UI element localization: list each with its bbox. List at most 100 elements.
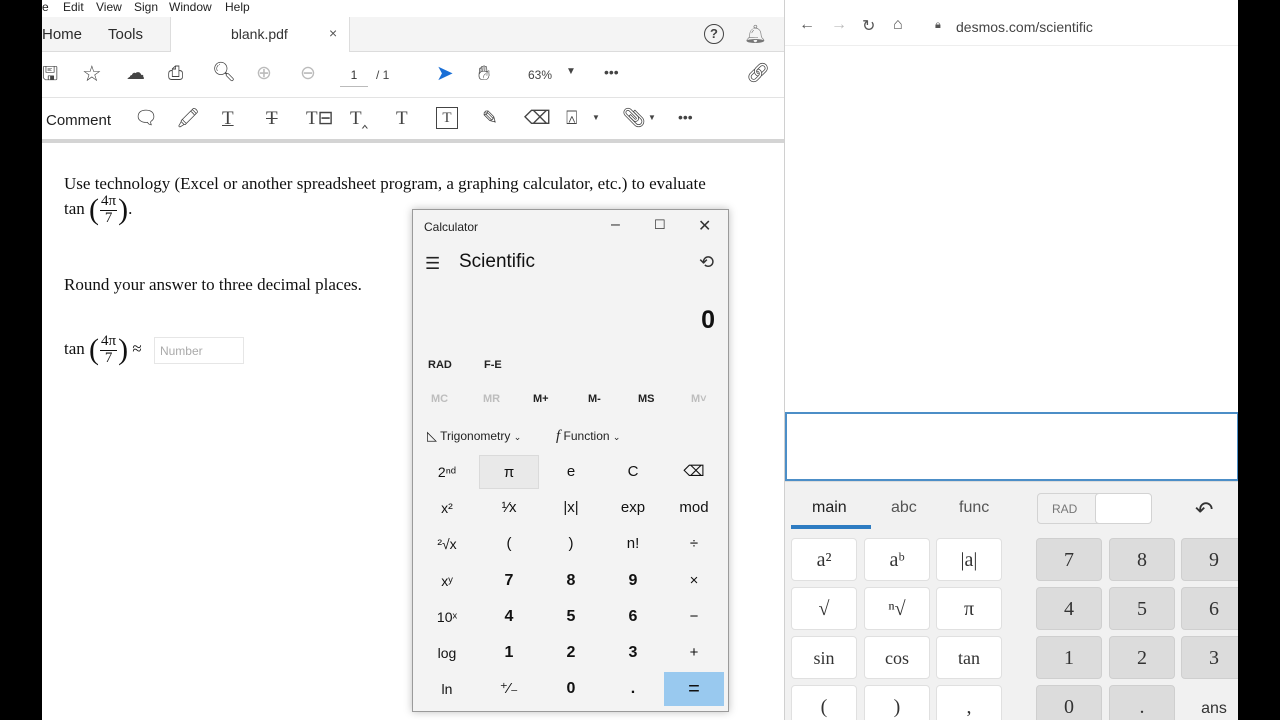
desmos-func-key-1-1[interactable]: ⁿ√: [864, 587, 930, 630]
fe-button[interactable]: F-E: [484, 359, 502, 371]
mod-key[interactable]: mod: [664, 491, 724, 525]
hamburger-menu-icon[interactable]: ☰: [425, 254, 440, 274]
multiply-key[interactable]: ×: [664, 564, 724, 598]
maximize-icon[interactable]: ☐: [654, 217, 666, 233]
second-function-key[interactable]: 2ⁿᵈ: [417, 455, 477, 489]
page-down-icon[interactable]: ⊖: [300, 64, 316, 83]
function-dropdown[interactable]: f Function ⌄: [556, 428, 620, 445]
plus-key[interactable]: +: [664, 636, 724, 670]
cloud-upload-icon[interactable]: ☁: [126, 64, 145, 83]
menu-window[interactable]: Window: [169, 0, 212, 14]
desmos-func-key-2-2[interactable]: tan: [936, 636, 1002, 679]
open-paren-key[interactable]: (: [479, 527, 539, 561]
desmos-func-key-3-2[interactable]: ,: [936, 685, 1002, 720]
reload-icon[interactable]: ↻: [862, 16, 875, 36]
digit-1-key[interactable]: 1: [479, 636, 539, 670]
undo-icon[interactable]: ↶: [1195, 497, 1213, 523]
back-arrow-icon[interactable]: ←: [799, 16, 815, 34]
square-key[interactable]: x²: [417, 491, 477, 525]
pencil-draw-icon[interactable]: ✎: [482, 109, 498, 128]
stamp-icon[interactable]: ⍓: [566, 109, 577, 128]
close-paren-key[interactable]: ): [541, 527, 601, 561]
pi-key[interactable]: π: [479, 455, 539, 489]
hand-tool-icon[interactable]: ✋︎: [478, 63, 490, 84]
page-number-input[interactable]: 1: [340, 63, 368, 87]
desmos-number-key-4[interactable]: 4: [1036, 587, 1102, 630]
tab-home[interactable]: Home: [42, 26, 82, 43]
desmos-number-key-0[interactable]: 0: [1036, 685, 1102, 720]
digit-8-key[interactable]: 8: [541, 564, 601, 598]
more-options-icon[interactable]: •••: [604, 65, 619, 79]
digit-5-key[interactable]: 5: [541, 600, 601, 634]
desmos-number-key-7[interactable]: 7: [1036, 538, 1102, 581]
digit-7-key[interactable]: 7: [479, 564, 539, 598]
close-tab-icon[interactable]: ×: [329, 25, 337, 41]
divide-key[interactable]: ÷: [664, 527, 724, 561]
decimal-key[interactable]: .: [603, 672, 663, 706]
memory-recall-button[interactable]: MR: [483, 393, 500, 405]
minus-key[interactable]: −: [664, 600, 724, 634]
print-icon[interactable]: ⎙: [168, 64, 183, 83]
menu-help[interactable]: Help: [225, 0, 250, 14]
history-icon[interactable]: ⟲: [699, 252, 714, 273]
text-box-icon[interactable]: T: [436, 107, 458, 129]
ten-power-key[interactable]: 10ˣ: [417, 600, 477, 634]
share-link-icon[interactable]: 🔗︎: [746, 64, 770, 83]
stamp-dropdown-icon[interactable]: ▼: [592, 114, 600, 122]
desmos-func-key-1-2[interactable]: π: [936, 587, 1002, 630]
zoom-level[interactable]: 63%: [528, 68, 552, 82]
help-icon[interactable]: ?: [704, 24, 724, 44]
desmos-func-key-2-1[interactable]: cos: [864, 636, 930, 679]
clear-key[interactable]: C: [603, 455, 663, 489]
url-text[interactable]: desmos.com/scientific: [956, 19, 1093, 35]
zoom-search-icon[interactable]: 🔍︎: [212, 63, 236, 82]
menu-view[interactable]: View: [96, 0, 122, 14]
insert-text-icon[interactable]: T‸: [350, 109, 368, 128]
desmos-number-key-9[interactable]: 9: [1181, 538, 1238, 581]
page-up-icon[interactable]: ⊕: [256, 64, 272, 83]
memory-add-button[interactable]: M+: [533, 393, 549, 405]
desmos-number-key-dot[interactable]: .: [1109, 685, 1175, 720]
angle-unit-button[interactable]: RAD: [428, 359, 452, 371]
negate-key[interactable]: ⁺⁄₋: [479, 672, 539, 706]
menu-file[interactable]: e: [42, 0, 49, 14]
memory-list-button[interactable]: M˅: [691, 393, 707, 405]
digit-2-key[interactable]: 2: [541, 636, 601, 670]
eraser-icon[interactable]: ⌫: [524, 109, 551, 128]
power-key[interactable]: xʸ: [417, 564, 477, 598]
memory-subtract-button[interactable]: M-: [588, 393, 601, 405]
desmos-number-key-2[interactable]: 2: [1109, 636, 1175, 679]
desmos-func-key-3-1[interactable]: ): [864, 685, 930, 720]
home-icon[interactable]: ⌂: [893, 16, 903, 34]
digit-4-key[interactable]: 4: [479, 600, 539, 634]
tab-document[interactable]: blank.pdf ×: [170, 17, 350, 52]
save-icon[interactable]: 🖫: [42, 65, 58, 84]
ln-key[interactable]: ln: [417, 672, 477, 706]
desmos-func-key-2-0[interactable]: sin: [791, 636, 857, 679]
equals-key[interactable]: =: [664, 672, 724, 706]
highlighter-icon[interactable]: 🖍︎: [176, 109, 200, 128]
desmos-func-key-0-2[interactable]: |a|: [936, 538, 1002, 581]
calculator-titlebar[interactable]: Calculator – ☐ ✕: [413, 210, 728, 242]
forward-arrow-icon[interactable]: →: [831, 16, 847, 34]
tab-abc[interactable]: abc: [891, 499, 917, 517]
memory-clear-button[interactable]: MC: [431, 393, 448, 405]
bell-icon[interactable]: 🔔︎: [744, 25, 767, 43]
desmos-func-key-1-0[interactable]: √: [791, 587, 857, 630]
digit-9-key[interactable]: 9: [603, 564, 663, 598]
e-key[interactable]: e: [541, 455, 601, 489]
desmos-func-key-0-1[interactable]: aᵇ: [864, 538, 930, 581]
strikethrough-text-icon[interactable]: T: [266, 109, 278, 128]
desmos-number-key-8[interactable]: 8: [1109, 538, 1175, 581]
underline-text-icon[interactable]: T: [222, 109, 234, 128]
digit-3-key[interactable]: 3: [603, 636, 663, 670]
sqrt-key[interactable]: ²√x: [417, 527, 477, 561]
select-pointer-icon[interactable]: ➤: [436, 63, 454, 84]
sticky-note-icon[interactable]: 🗨︎: [134, 109, 158, 128]
star-icon[interactable]: ☆: [82, 63, 102, 85]
zoom-dropdown-icon[interactable]: ▼: [566, 67, 576, 77]
desmos-number-key-1[interactable]: 1: [1036, 636, 1102, 679]
factorial-key[interactable]: n!: [603, 527, 663, 561]
log-key[interactable]: log: [417, 636, 477, 670]
desmos-ans-key[interactable]: ans: [1181, 685, 1238, 720]
